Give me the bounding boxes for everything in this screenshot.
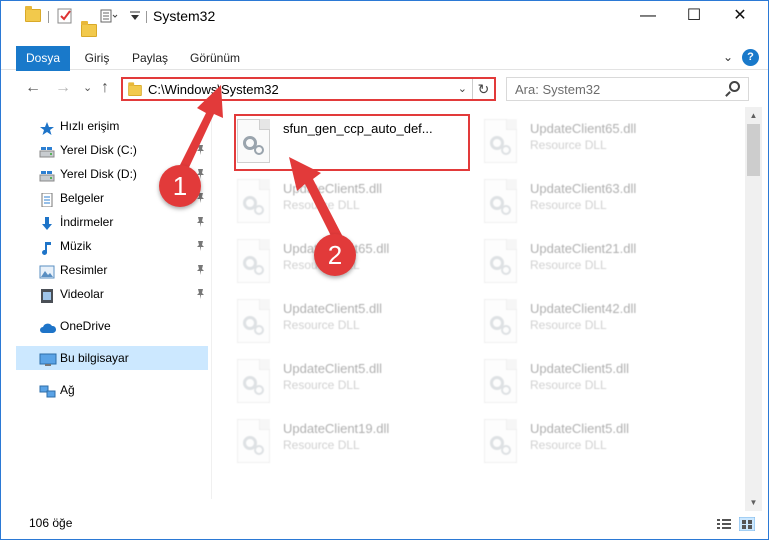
explorer-window: System32 — ☐ ✕ Dosya Giriş Paylaş Görünü… [0,0,769,540]
step-badge-1: 1 [159,165,201,207]
annotation-arrows [176,85,344,244]
step-badge-2: 2 [314,234,356,276]
